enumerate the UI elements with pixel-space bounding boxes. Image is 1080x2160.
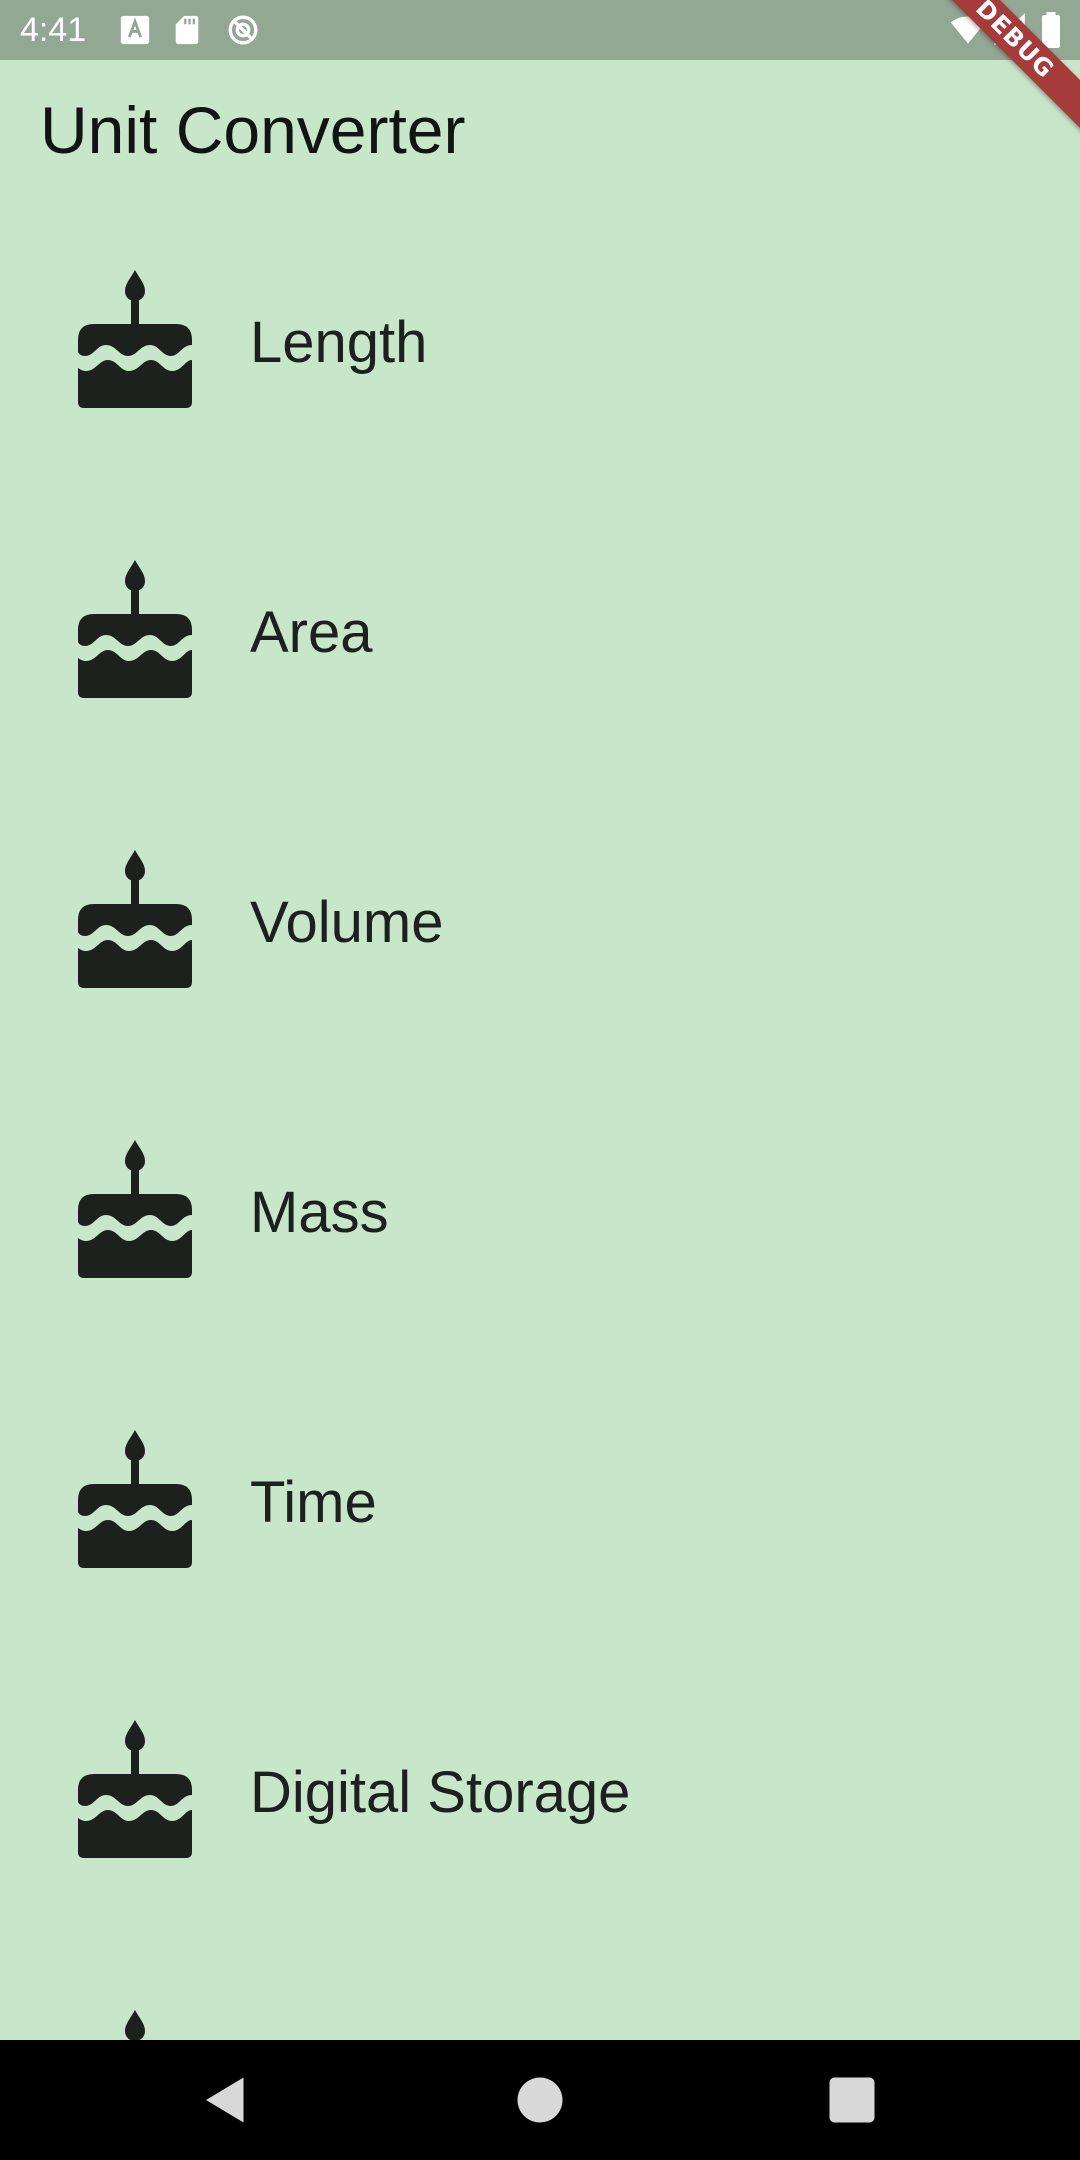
cake-icon [78, 2010, 192, 2040]
cake-icon [78, 1140, 192, 1278]
category-item[interactable]: Volume [0, 780, 1080, 1070]
category-item[interactable]: Mass [0, 1070, 1080, 1360]
cake-icon [78, 270, 192, 408]
page-title: Unit Converter [40, 93, 466, 167]
category-item[interactable]: Area [0, 490, 1080, 780]
sd-card-icon [175, 15, 199, 45]
category-label: Length [250, 310, 428, 375]
cake-icon [78, 1720, 192, 1858]
font-a-icon [120, 15, 150, 45]
recents-icon[interactable] [822, 2070, 882, 2130]
category-label: Mass [250, 1180, 389, 1245]
category-list: Length Area Volume Mass Time Digital Sto… [0, 200, 1080, 2040]
screen: 4:41 DEBUG Unit Converter Length Area Vo… [0, 0, 1080, 2160]
category-item[interactable] [0, 1940, 1080, 2040]
category-label: Volume [250, 890, 444, 955]
category-label: Area [250, 600, 373, 665]
category-label: Digital Storage [250, 1760, 631, 1825]
cake-icon [78, 560, 192, 698]
cake-icon [78, 850, 192, 988]
navigation-bar [0, 2040, 1080, 2160]
status-bar: 4:41 [0, 0, 1080, 60]
sync-disabled-icon [228, 15, 258, 45]
category-item[interactable]: Time [0, 1360, 1080, 1650]
category-label: Time [250, 1470, 377, 1535]
cake-icon [78, 1430, 192, 1568]
home-icon[interactable] [510, 2070, 570, 2130]
category-item[interactable]: Digital Storage [0, 1650, 1080, 1940]
category-item[interactable]: Length [0, 200, 1080, 490]
status-time: 4:41 [20, 11, 87, 49]
back-icon[interactable] [196, 2070, 256, 2130]
